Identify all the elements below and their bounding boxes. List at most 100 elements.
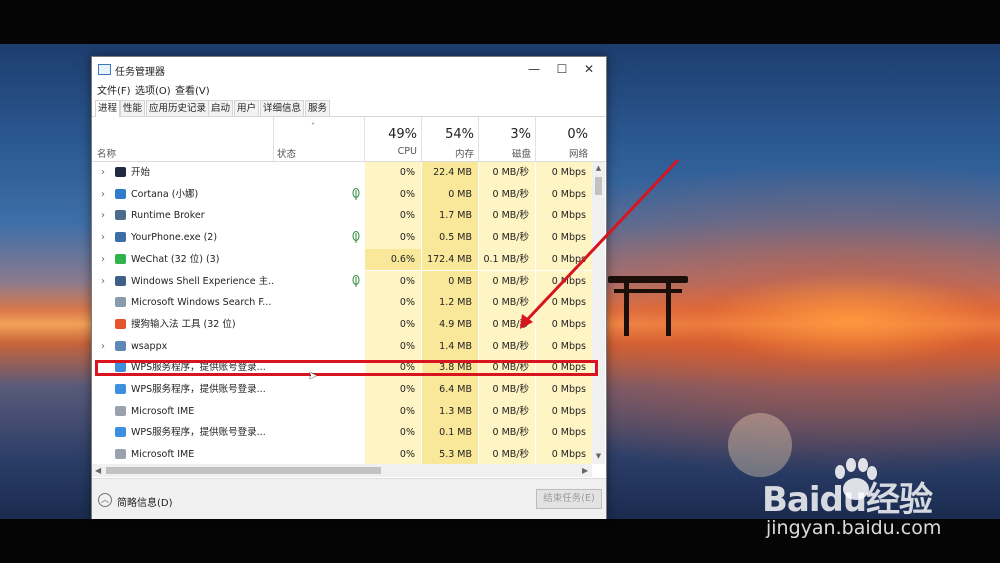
disk-value: 0 MB/秒 xyxy=(479,335,535,358)
network-value: 0 Mbps xyxy=(536,422,592,445)
process-name: 搜狗输入法 工具 (32 位) xyxy=(131,318,236,330)
menu-view[interactable]: 查看(V) xyxy=(175,82,210,97)
fewer-details-link[interactable]: 简略信息(D) xyxy=(117,494,173,509)
tab-performance[interactable]: 性能 xyxy=(120,100,146,116)
tab-users[interactable]: 用户 xyxy=(234,100,260,116)
expand-chevron-icon[interactable]: › xyxy=(98,184,108,206)
menu-file[interactable]: 文件(F) xyxy=(97,82,131,97)
expand-chevron-icon[interactable]: › xyxy=(98,162,108,184)
process-row[interactable]: › Runtime Broker 0% 1.7 MB 0 MB/秒 0 Mbps xyxy=(92,205,592,228)
column-header: 名称 ˅ 状态 49% CPU 54% 内存 3% 磁盘 0% 网络 xyxy=(92,117,606,162)
search-filter-icon xyxy=(115,297,126,308)
disk-value: 0 MB/秒 xyxy=(479,292,535,314)
menu-options[interactable]: 选项(O) xyxy=(135,82,171,97)
process-row[interactable]: Microsoft Windows Search F... 0% 1.2 MB 0 M… xyxy=(92,292,592,314)
tab-details[interactable]: 详细信息 xyxy=(260,100,305,116)
process-row[interactable]: › YourPhone.exe (2) 0% 0.5 MB 0 MB/秒 0 Mbps xyxy=(92,227,592,249)
memory-value: 5.3 MB xyxy=(422,444,478,464)
disk-value: 0 MB/秒 xyxy=(479,444,535,464)
process-list: › 开始 0% 22.4 MB 0 MB/秒 0 Mbps › Cortana (小娜) 0% 0… xyxy=(92,162,592,464)
title-bar[interactable]: 任务管理器 — ☐ ✕ xyxy=(92,57,606,81)
memory-value: 6.4 MB xyxy=(422,379,478,401)
column-cpu[interactable]: 49% CPU xyxy=(365,117,421,161)
column-name[interactable]: 名称 xyxy=(92,117,272,161)
network-value: 0 Mbps xyxy=(536,379,592,401)
scroll-down-icon[interactable]: ▼ xyxy=(592,452,605,460)
process-name: YourPhone.exe (2) xyxy=(131,232,218,244)
process-name: Cortana (小娜) xyxy=(131,188,199,200)
wechat-icon xyxy=(115,253,126,264)
end-task-button[interactable]: 结束任务(E) xyxy=(536,489,602,509)
process-row[interactable]: › Windows Shell Experience 主... 0% 0 MB 0 MB… xyxy=(92,270,592,293)
network-value: 0 Mbps xyxy=(536,248,592,271)
network-value: 0 Mbps xyxy=(536,292,592,314)
process-row[interactable]: › wsappx 0% 1.4 MB 0 MB/秒 0 Mbps xyxy=(92,335,592,358)
disk-value: 0 MB/秒 xyxy=(479,313,535,336)
horizontal-scrollbar[interactable]: ◀ ▶ xyxy=(92,464,592,477)
column-memory[interactable]: 54% 内存 xyxy=(422,117,478,161)
process-row[interactable]: › Cortana (小娜) 0% 0 MB 0 MB/秒 0 Mbps xyxy=(92,183,592,206)
process-row[interactable]: › WeChat (32 位) (3) 0.6% 172.4 MB 0.1 MB/秒 0 … xyxy=(92,248,592,271)
process-row[interactable]: Microsoft IME 0% 5.3 MB 0 MB/秒 0 Mbps xyxy=(92,444,592,464)
process-name: WPS服务程序，提供账号登录... xyxy=(131,427,266,439)
disk-value: 0 MB/秒 xyxy=(479,183,535,206)
network-value: 0 Mbps xyxy=(536,162,592,184)
minimize-button[interactable]: — xyxy=(522,59,546,79)
column-network[interactable]: 0% 网络 xyxy=(536,117,592,161)
disk-value: 0 MB/秒 xyxy=(479,227,535,249)
disk-label: 磁盘 xyxy=(511,149,531,160)
scroll-up-icon[interactable]: ▲ xyxy=(592,164,605,172)
expand-chevron-icon[interactable]: › xyxy=(98,205,108,227)
disk-value: 0 MB/秒 xyxy=(479,379,535,401)
process-name: Microsoft Windows Search F... xyxy=(131,297,272,309)
red-highlight-box xyxy=(95,360,598,376)
maximize-button[interactable]: ☐ xyxy=(550,59,574,79)
expand-chevron-icon[interactable]: › xyxy=(98,271,108,293)
scroll-right-icon[interactable]: ▶ xyxy=(582,464,588,477)
process-row[interactable]: WPS服务程序，提供账号登录... 0% 6.4 MB 0 MB/秒 0 Mbps xyxy=(92,379,592,401)
video-letterbox-top xyxy=(0,0,1000,44)
vertical-scrollbar[interactable]: ▲ ▼ xyxy=(592,162,605,464)
cpu-value: 0% xyxy=(365,162,421,184)
process-row[interactable]: 搜狗输入法 工具 (32 位) 0% 4.9 MB 0 MB/秒 0 Mbps xyxy=(92,313,592,336)
column-disk[interactable]: 3% 磁盘 xyxy=(479,117,535,161)
wps-cloud-icon xyxy=(115,427,126,438)
tab-processes[interactable]: 进程 xyxy=(95,100,121,117)
cortana-icon xyxy=(115,188,126,199)
network-value: 0 Mbps xyxy=(536,270,592,293)
memory-value: 0 MB xyxy=(422,270,478,293)
vertical-scroll-thumb[interactable] xyxy=(595,177,602,195)
baidu-jingyan-logo: Baidu经验 xyxy=(762,472,933,521)
cpu-value: 0% xyxy=(365,335,421,358)
scroll-left-icon[interactable]: ◀ xyxy=(95,464,101,477)
tab-app-history[interactable]: 应用历史记录 xyxy=(146,100,210,116)
disk-value: 0 MB/秒 xyxy=(479,400,535,423)
cpu-value: 0% xyxy=(365,270,421,293)
process-name: Microsoft IME xyxy=(131,405,195,417)
disk-value: 0.1 MB/秒 xyxy=(479,248,535,271)
collapse-chevron-icon[interactable]: ︿ xyxy=(98,493,112,507)
column-status[interactable]: 状态 xyxy=(274,117,364,161)
memory-value: 172.4 MB xyxy=(422,248,478,271)
process-row[interactable]: › 开始 0% 22.4 MB 0 MB/秒 0 Mbps xyxy=(92,162,592,184)
tab-bar: 进程 性能 应用历史记录 启动 用户 详细信息 服务 xyxy=(92,99,606,117)
lens-flare xyxy=(728,413,792,477)
process-row[interactable]: WPS服务程序，提供账号登录... 0% 0.1 MB 0 MB/秒 0 Mbps xyxy=(92,422,592,445)
memory-value: 0 MB xyxy=(422,183,478,206)
shell-experience-icon xyxy=(115,275,126,286)
network-total: 0% xyxy=(567,127,588,142)
process-row[interactable]: Microsoft IME 0% 1.3 MB 0 MB/秒 0 Mbps xyxy=(92,400,592,423)
network-value: 0 Mbps xyxy=(536,183,592,206)
expand-chevron-icon[interactable]: › xyxy=(98,227,108,249)
tab-startup[interactable]: 启动 xyxy=(208,100,234,116)
close-button[interactable]: ✕ xyxy=(577,59,601,79)
tab-services[interactable]: 服务 xyxy=(305,100,331,116)
window-title: 任务管理器 xyxy=(115,67,165,78)
disk-total: 3% xyxy=(510,127,531,142)
eco-leaf-icon xyxy=(352,231,360,244)
yourphone-icon xyxy=(115,232,126,243)
horizontal-scroll-thumb[interactable] xyxy=(106,467,381,474)
expand-chevron-icon[interactable]: › xyxy=(98,336,108,358)
memory-value: 4.9 MB xyxy=(422,313,478,336)
expand-chevron-icon[interactable]: › xyxy=(98,249,108,271)
